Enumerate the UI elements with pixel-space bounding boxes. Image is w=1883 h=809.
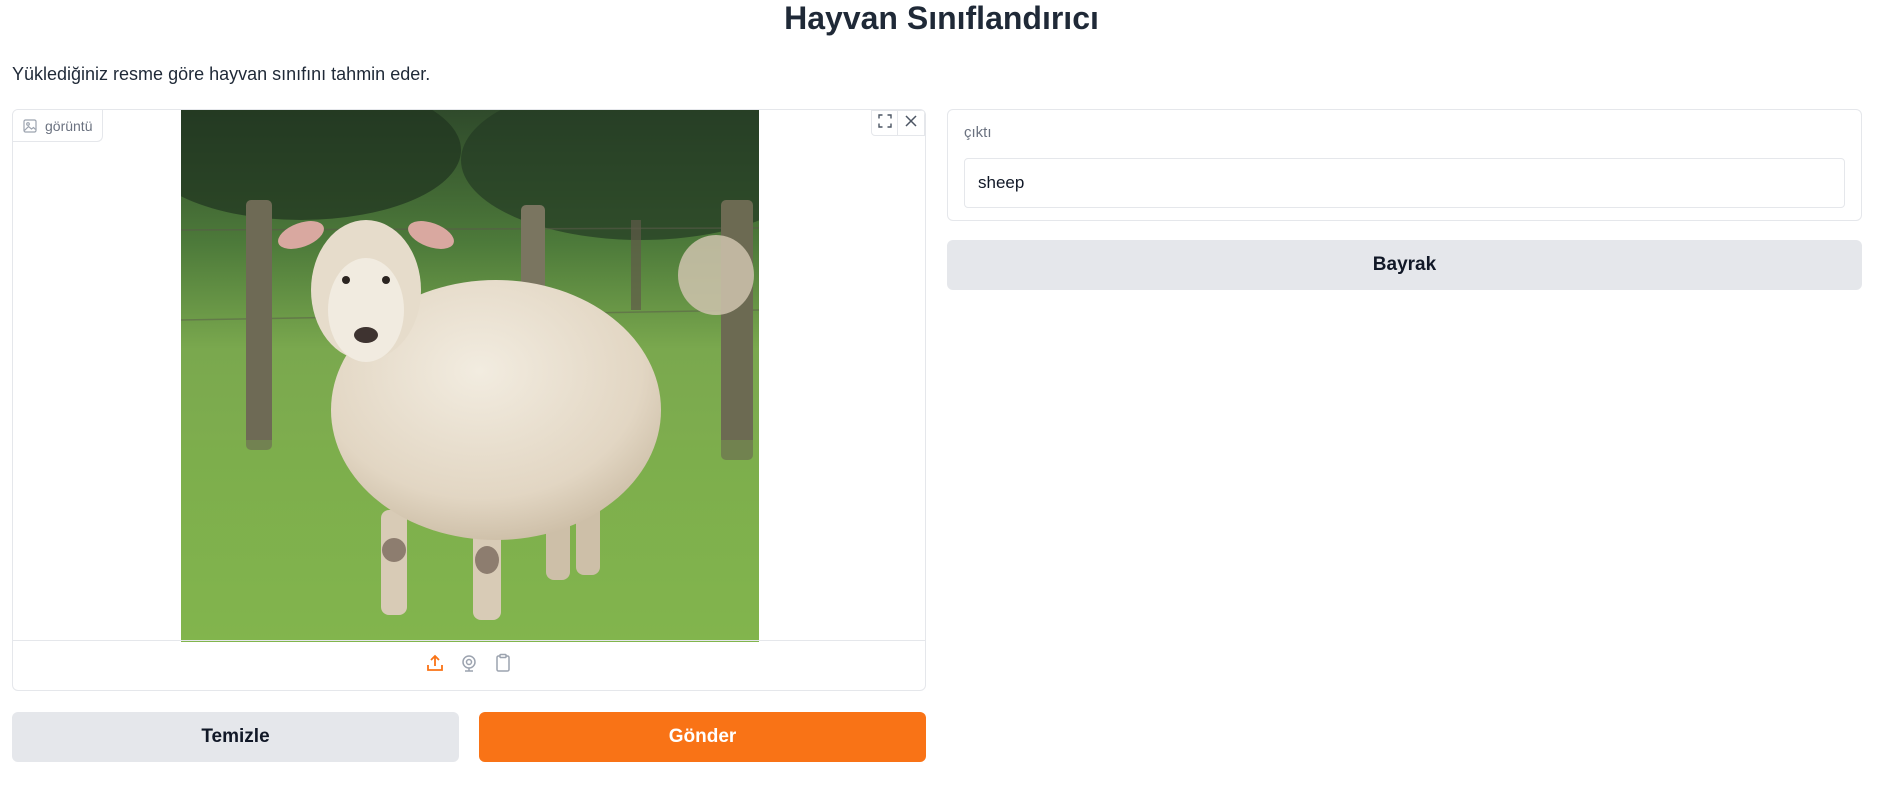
submit-button[interactable]: Gönder <box>479 712 926 762</box>
webcam-icon <box>459 653 479 678</box>
fullscreen-icon <box>877 113 892 133</box>
webcam-button[interactable] <box>458 655 480 677</box>
uploaded-image <box>181 110 759 642</box>
clipboard-icon <box>493 653 513 678</box>
clear-image-button[interactable] <box>898 110 925 136</box>
image-icon <box>23 118 37 133</box>
image-tools <box>871 110 925 136</box>
clear-button[interactable]: Temizle <box>12 712 459 762</box>
flag-button[interactable]: Bayrak <box>947 240 1862 290</box>
upload-button[interactable] <box>424 653 446 678</box>
close-icon <box>904 114 918 133</box>
fullscreen-button[interactable] <box>871 110 898 136</box>
image-source-bar <box>13 640 925 690</box>
app-page: Hayvan Sınıflandırıcı Yüklediğiniz resme… <box>0 0 1883 809</box>
output-textbox[interactable]: sheep <box>964 158 1845 208</box>
image-input-panel[interactable]: görüntü <box>12 109 926 691</box>
page-description: Yüklediğiniz resme göre hayvan sınıfını … <box>12 64 431 84</box>
page-title: Hayvan Sınıflandırıcı <box>784 0 1099 36</box>
output-panel: çıktı sheep <box>947 109 1862 221</box>
upload-icon <box>425 653 445 678</box>
image-input-label: görüntü <box>13 110 104 142</box>
output-label: çıktı <box>964 124 992 141</box>
clipboard-button[interactable] <box>492 653 514 678</box>
image-input-label-text: görüntü <box>45 117 93 134</box>
